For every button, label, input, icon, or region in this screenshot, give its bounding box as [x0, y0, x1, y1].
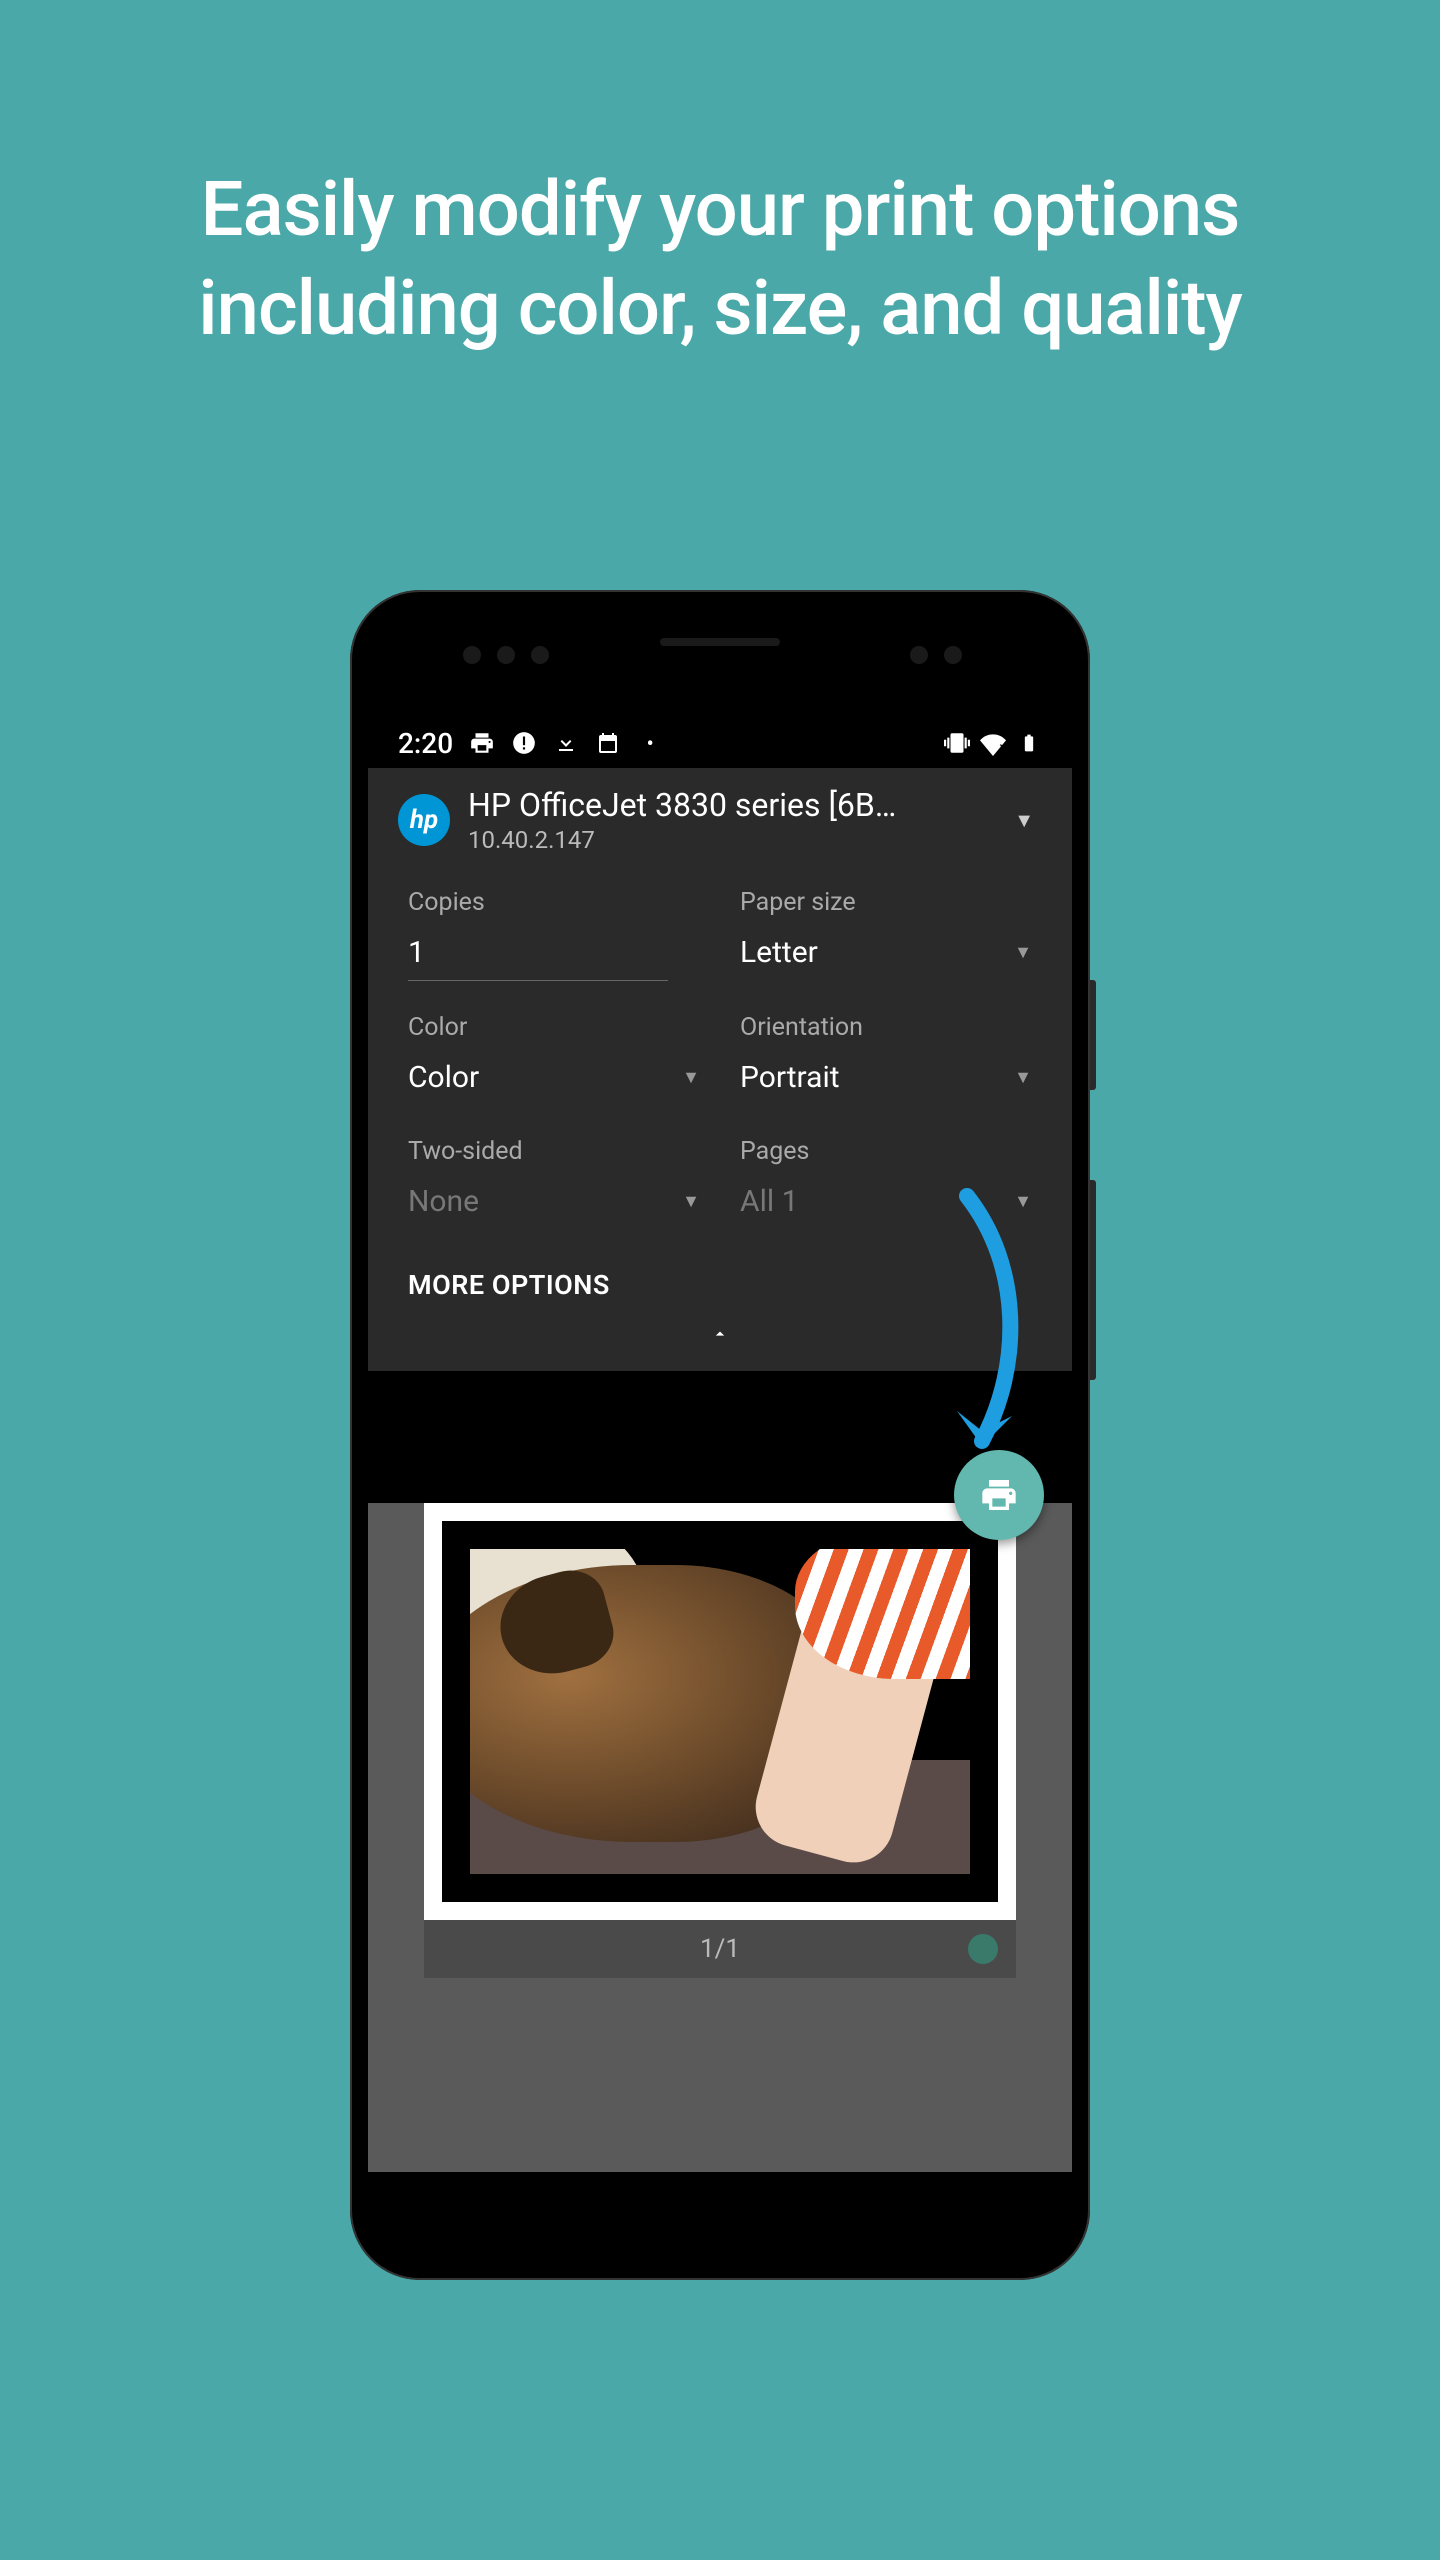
paper-size-select[interactable]: Letter ▼: [740, 931, 1032, 980]
wifi-icon: x: [980, 730, 1006, 756]
print-fab-button[interactable]: [954, 1450, 1044, 1540]
chevron-down-icon: ▼: [682, 1067, 700, 1088]
two-sided-label: Two-sided: [408, 1137, 700, 1166]
phone-screen: 2:20 • x: [368, 608, 1072, 2262]
chevron-down-icon: ▼: [682, 1191, 700, 1212]
chevron-down-icon: ▼: [1014, 1191, 1032, 1212]
promo-headline: Easily modify your print options includi…: [0, 0, 1440, 358]
pages-label: Pages: [740, 1137, 1032, 1166]
pages-option: Pages All 1 ▼: [740, 1137, 1032, 1229]
printer-name: HP OfficeJet 3830 series [6B…: [468, 786, 988, 824]
preview-area: 1/1: [368, 1503, 1072, 2172]
color-value: Color: [408, 1060, 479, 1095]
orientation-select[interactable]: Portrait ▼: [740, 1056, 1032, 1105]
alert-icon: [511, 730, 537, 756]
copies-input[interactable]: 1: [408, 931, 668, 981]
chevron-down-icon: ▼: [1014, 1067, 1032, 1088]
paper-size-option: Paper size Letter ▼: [740, 888, 1032, 981]
sensor-dots: [910, 646, 962, 664]
pages-select[interactable]: All 1 ▼: [740, 1180, 1032, 1229]
sensor-dots: [463, 646, 549, 664]
side-button: [1090, 1180, 1096, 1380]
print-icon: [979, 1475, 1019, 1515]
chevron-down-icon: ▼: [1014, 942, 1032, 963]
printer-selector[interactable]: hp HP OfficeJet 3830 series [6B… 10.40.2…: [368, 768, 1072, 868]
two-sided-option: Two-sided None ▼: [408, 1137, 700, 1229]
paper-size-label: Paper size: [740, 888, 1032, 917]
status-bar: 2:20 • x: [368, 718, 1072, 768]
orientation-label: Orientation: [740, 1013, 1032, 1042]
chevron-down-icon: ▼: [1006, 808, 1042, 833]
preview-page-card[interactable]: 1/1: [424, 1503, 1016, 1978]
color-option: Color Color ▼: [408, 1013, 700, 1105]
print-options-panel: hp HP OfficeJet 3830 series [6B… 10.40.2…: [368, 768, 1072, 1371]
color-label: Color: [408, 1013, 700, 1042]
preview-photo-frame: [442, 1521, 998, 1902]
two-sided-select[interactable]: None ▼: [408, 1180, 700, 1229]
orientation-option: Orientation Portrait ▼: [740, 1013, 1032, 1105]
orientation-value: Portrait: [740, 1060, 840, 1095]
chevron-up-icon: [705, 1324, 735, 1344]
pages-value: All 1: [740, 1184, 798, 1219]
printer-ip: 10.40.2.147: [468, 826, 988, 854]
preview-page: [424, 1503, 1016, 1920]
battery-icon: [1016, 730, 1042, 756]
color-select[interactable]: Color ▼: [408, 1056, 700, 1105]
paper-size-value: Letter: [740, 935, 818, 970]
calendar-icon: [595, 730, 621, 756]
vibrate-icon: [944, 730, 970, 756]
more-options-button[interactable]: MORE OPTIONS: [368, 1239, 1072, 1321]
status-time: 2:20: [398, 727, 453, 760]
speaker-grille: [660, 638, 780, 646]
hp-logo-icon: hp: [398, 794, 450, 846]
preview-photo: [470, 1549, 970, 1874]
download-icon: [553, 730, 579, 756]
collapse-panel-button[interactable]: [368, 1321, 1072, 1361]
more-dot-icon: •: [637, 730, 663, 756]
copies-option: Copies 1: [408, 888, 700, 981]
page-counter: 1/1: [700, 1934, 740, 1964]
two-sided-value: None: [408, 1184, 479, 1219]
page-counter-row: 1/1: [424, 1920, 1016, 1978]
copies-label: Copies: [408, 888, 700, 917]
page-selected-check-icon[interactable]: [968, 1934, 998, 1964]
side-button: [1090, 980, 1096, 1090]
svg-text:x: x: [1000, 741, 1007, 756]
print-icon: [469, 730, 495, 756]
android-nav-bar: [368, 2172, 1072, 2262]
phone-frame: 2:20 • x: [350, 590, 1090, 2280]
